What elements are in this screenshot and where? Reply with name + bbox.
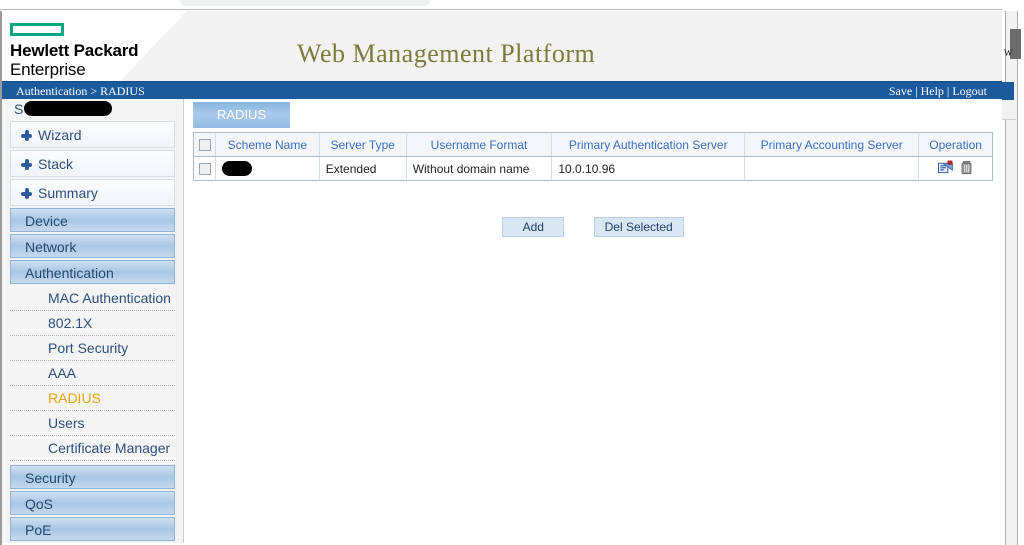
table-header-select-all xyxy=(194,133,216,157)
logout-link[interactable]: Logout xyxy=(952,84,987,98)
radius-scheme-table: Scheme Name Server Type Username Format … xyxy=(193,132,993,181)
screenshot-root: Hewlett Packard Enterprise Web Managemen… xyxy=(0,0,1024,545)
delete-scheme-icon[interactable] xyxy=(959,160,974,175)
diamond-icon xyxy=(21,188,32,199)
sidebar-navigation: S Wizard Stack Summary Device Network Au… xyxy=(2,99,184,545)
sidebar-item-label: Stack xyxy=(38,156,73,172)
header-actions: Save | Help | Logout xyxy=(889,84,987,99)
brand-name-line2: Enterprise xyxy=(10,60,190,79)
operation-icon-group xyxy=(938,160,974,175)
table-header-primary-accounting-server[interactable]: Primary Accounting Server xyxy=(745,133,919,157)
sidebar-category-network[interactable]: Network xyxy=(10,234,175,258)
sidebar-item-summary[interactable]: Summary xyxy=(10,179,175,206)
background-window-text: W xyxy=(1004,48,1024,58)
redaction-overlay-device-name xyxy=(24,101,112,116)
sidebar-item-label: Summary xyxy=(38,185,98,201)
hpe-element-mark-icon xyxy=(10,23,64,36)
web-management-page: Hewlett Packard Enterprise Web Managemen… xyxy=(0,11,1002,545)
save-link[interactable]: Save xyxy=(889,84,912,98)
sidebar-device-name-text: S xyxy=(14,101,23,117)
sidebar-item-8021x[interactable]: 802.1X xyxy=(10,311,175,336)
browser-right-gutter: W xyxy=(1002,0,1024,545)
diamond-icon xyxy=(21,130,32,141)
cell-scheme-name xyxy=(216,157,320,181)
table-action-buttons: Add Del Selected xyxy=(193,217,993,237)
tab-strip-underline xyxy=(185,128,1002,131)
sidebar-item-aaa[interactable]: AAA xyxy=(10,361,175,386)
table-header-username-format[interactable]: Username Format xyxy=(406,133,552,157)
table-head: Scheme Name Server Type Username Format … xyxy=(194,133,993,157)
del-selected-button[interactable]: Del Selected xyxy=(594,217,684,237)
sidebar-category-authentication[interactable]: Authentication xyxy=(10,260,175,284)
table-header-server-type[interactable]: Server Type xyxy=(319,133,406,157)
edit-scheme-icon[interactable] xyxy=(938,160,953,175)
table-header-primary-authentication-server[interactable]: Primary Authentication Server xyxy=(552,133,745,157)
sidebar-category-device[interactable]: Device xyxy=(10,208,175,232)
breadcrumb: Authentication > RADIUS xyxy=(16,84,145,99)
brand-name-line1: Hewlett Packard xyxy=(10,41,190,60)
table-header-operation: Operation xyxy=(919,133,993,157)
tab-strip: RADIUS xyxy=(185,102,1002,128)
sidebar-item-stack[interactable]: Stack xyxy=(10,150,175,177)
sidebar-item-radius[interactable]: RADIUS xyxy=(10,386,175,411)
diamond-icon xyxy=(21,159,32,170)
action-separator-1: | xyxy=(912,84,920,98)
cell-username-format: Without domain name xyxy=(406,157,552,181)
page-title: Web Management Platform xyxy=(297,39,595,69)
table-header-row: Scheme Name Server Type Username Format … xyxy=(194,133,993,157)
sidebar-item-certificate-manager[interactable]: Certificate Manager xyxy=(10,436,175,461)
sidebar-item-mac-authentication[interactable]: MAC Authentication xyxy=(10,286,175,311)
table-header-scheme-name[interactable]: Scheme Name xyxy=(216,133,320,157)
sidebar-device-name: S xyxy=(2,99,183,121)
row-select-cell xyxy=(194,157,216,181)
hpe-logo: Hewlett Packard Enterprise xyxy=(10,23,190,79)
sidebar-item-label: Wizard xyxy=(38,127,82,143)
sidebar-item-port-security[interactable]: Port Security xyxy=(10,336,175,361)
browser-top-edge xyxy=(0,0,1024,10)
table-row: Extended Without domain name 10.0.10.96 xyxy=(194,157,993,181)
cell-primary-authentication-server: 10.0.10.96 xyxy=(552,157,745,181)
help-link[interactable]: Help xyxy=(921,84,944,98)
app-header: Hewlett Packard Enterprise Web Managemen… xyxy=(2,11,1002,81)
add-button[interactable]: Add xyxy=(502,217,564,237)
sidebar-category-poe[interactable]: PoE xyxy=(10,517,175,541)
content-pane: RADIUS Scheme Name Server Type xyxy=(185,99,1002,545)
sidebar-category-security[interactable]: Security xyxy=(10,465,175,489)
browser-tab-sliver xyxy=(180,0,430,6)
sidebar-category-qos[interactable]: QoS xyxy=(10,491,175,515)
page-body: S Wizard Stack Summary Device Network Au… xyxy=(2,99,1002,545)
sidebar-item-wizard[interactable]: Wizard xyxy=(10,121,175,148)
table-body: Extended Without domain name 10.0.10.96 xyxy=(194,157,993,181)
radius-scheme-table-wrapper: Scheme Name Server Type Username Format … xyxy=(193,132,993,237)
cell-server-type: Extended xyxy=(319,157,406,181)
cell-operation xyxy=(919,157,993,181)
select-all-checkbox[interactable] xyxy=(199,139,211,151)
breadcrumb-bar: Authentication > RADIUS Save | Help | Lo… xyxy=(2,81,1002,99)
redaction-overlay-scheme-name xyxy=(222,161,252,176)
background-window-panel-sliver xyxy=(1002,100,1016,120)
tab-radius[interactable]: RADIUS xyxy=(193,102,290,128)
background-window-blue-sliver xyxy=(1002,82,1014,100)
cell-primary-accounting-server xyxy=(745,157,919,181)
row-checkbox[interactable] xyxy=(199,163,211,175)
sidebar-item-users[interactable]: Users xyxy=(10,411,175,436)
